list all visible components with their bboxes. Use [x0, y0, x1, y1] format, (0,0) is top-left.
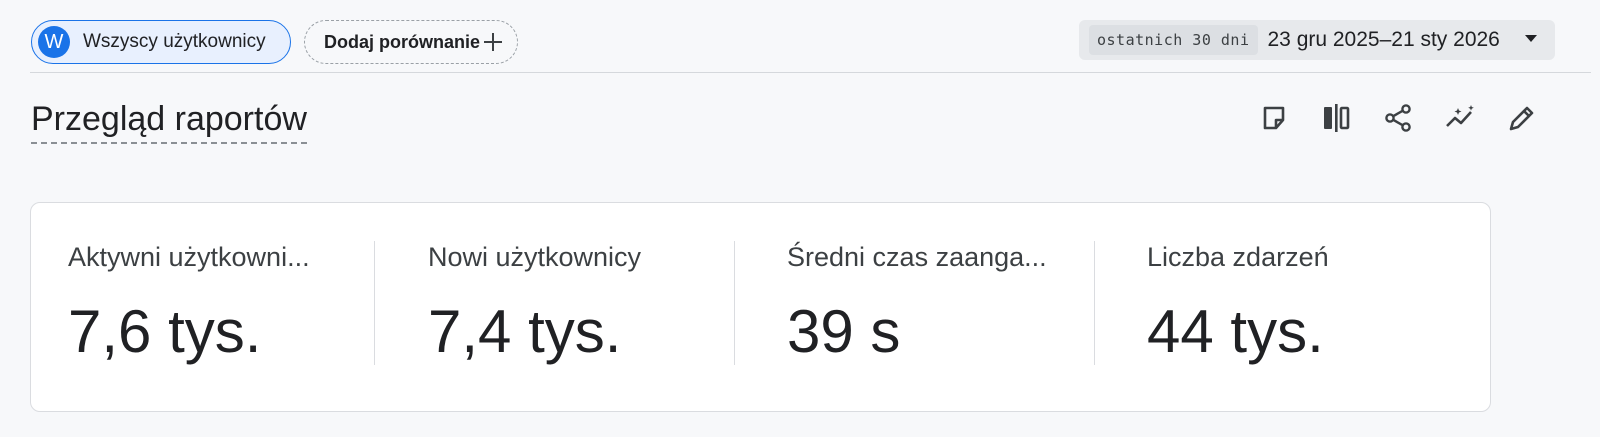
share-button[interactable] [1378, 98, 1418, 138]
metric-active-users[interactable]: Aktywni użytkowni... 7,6 tys. [31, 203, 371, 409]
share-icon [1385, 104, 1411, 132]
segment-avatar: W [38, 26, 70, 58]
top-bar: W Wszyscy użytkownicy Dodaj porównanie o… [0, 0, 1600, 74]
edit-icon [1509, 106, 1534, 131]
metrics-card: Aktywni użytkowni... 7,6 tys. Nowi użytk… [30, 202, 1491, 412]
metric-value: 7,4 tys. [428, 298, 622, 365]
insights-button[interactable] [1440, 98, 1480, 138]
date-range-value: 23 gru 2025–21 sty 2026 [1267, 28, 1500, 51]
metric-label: Średni czas zaanga... [787, 242, 1047, 272]
plus-icon [484, 33, 502, 51]
metric-label: Liczba zdarzeń [1147, 242, 1329, 272]
segment-label: Wszyscy użytkownicy [83, 31, 266, 52]
metric-divider [374, 241, 375, 365]
date-range-picker[interactable]: ostatnich 30 dni 23 gru 2025–21 sty 2026 [1079, 20, 1555, 60]
report-toolbar [1254, 98, 1554, 138]
metric-event-count[interactable]: Liczba zdarzeń 44 tys. [1110, 203, 1450, 409]
metric-label: Nowi użytkownicy [428, 242, 642, 272]
metric-value: 44 tys. [1147, 298, 1324, 365]
insights-icon [1446, 105, 1474, 127]
note-icon [1263, 106, 1285, 130]
metric-label: Aktywni użytkowni... [68, 242, 310, 272]
page-title[interactable]: Przegląd raportów [31, 98, 307, 144]
metric-divider [1094, 241, 1095, 365]
metric-divider [734, 241, 735, 365]
compare-columns-button[interactable] [1316, 98, 1356, 138]
edit-button[interactable] [1502, 98, 1542, 138]
add-comparison-button[interactable]: Dodaj porównanie [304, 20, 518, 64]
metric-new-users[interactable]: Nowi użytkownicy 7,4 tys. [391, 203, 731, 409]
date-range-badge: ostatnich 30 dni [1089, 25, 1258, 55]
note-button[interactable] [1254, 98, 1294, 138]
compare-columns-icon [1324, 104, 1350, 132]
metric-value: 7,6 tys. [68, 298, 262, 365]
dropdown-arrow-icon [1525, 35, 1537, 42]
divider [30, 72, 1591, 73]
metric-value: 39 s [787, 298, 901, 365]
add-comparison-label: Dodaj porównanie [324, 31, 481, 52]
segment-chip[interactable]: W Wszyscy użytkownicy [31, 20, 291, 64]
metric-avg-engagement-time[interactable]: Średni czas zaanga... 39 s [750, 203, 1090, 409]
